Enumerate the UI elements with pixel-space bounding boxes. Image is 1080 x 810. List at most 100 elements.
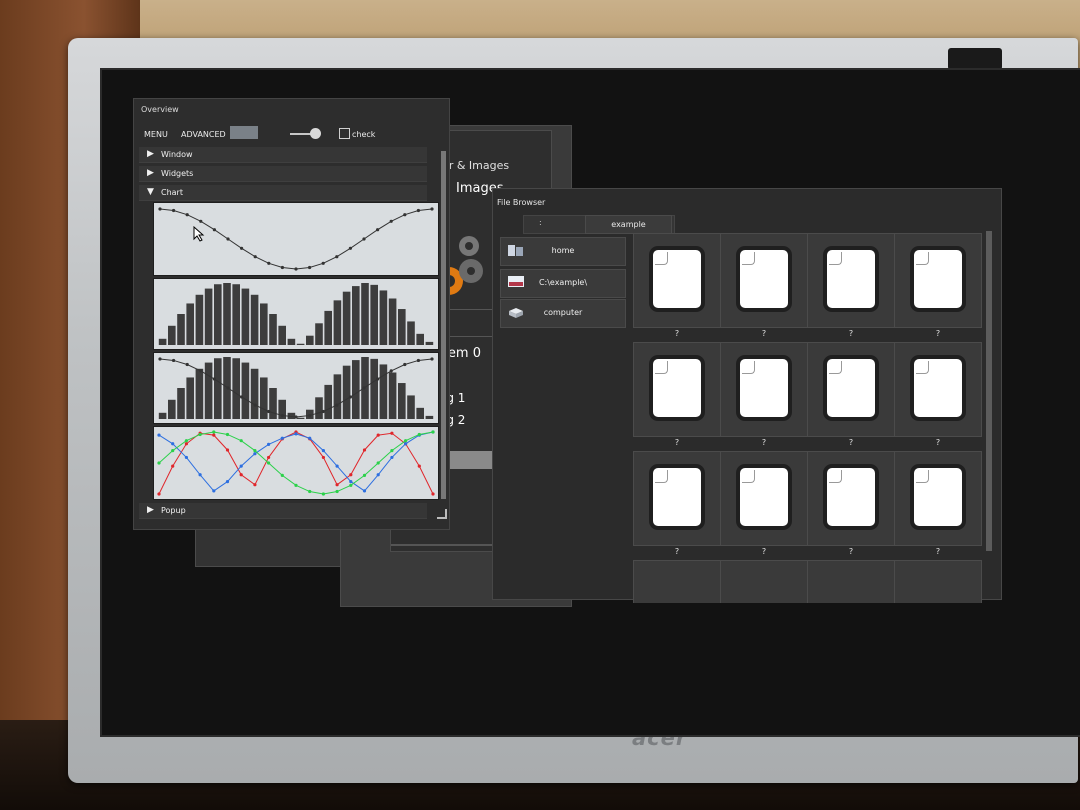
slider-handle[interactable]	[310, 128, 321, 139]
file-tile[interactable]: ?	[894, 451, 982, 556]
file-icon	[653, 359, 701, 417]
file-icon	[653, 250, 701, 308]
file-tile[interactable]: ?	[633, 342, 721, 447]
file-tile[interactable]	[894, 560, 982, 603]
mixed-chart[interactable]	[153, 352, 439, 424]
file-tile[interactable]	[633, 560, 721, 603]
chart-point	[267, 461, 271, 465]
file-tile[interactable]: ?	[720, 342, 808, 447]
mouse-cursor-icon	[193, 226, 205, 242]
chart-point	[335, 464, 339, 468]
chart-bar	[388, 372, 397, 419]
window-title: File Browser	[497, 198, 546, 207]
file-tile[interactable]: ?	[894, 233, 982, 338]
webcam-clip	[948, 48, 1002, 70]
sidebar-item-home[interactable]: home	[500, 237, 626, 266]
menubar: MENU ADVANCED check	[134, 123, 449, 145]
breadcrumb-root[interactable]: :	[539, 218, 542, 227]
file-caption: ?	[848, 329, 854, 338]
chart-point	[321, 492, 325, 496]
scrollbar[interactable]	[986, 231, 992, 551]
file-caption: ?	[761, 329, 767, 338]
chart-point	[157, 433, 161, 437]
color-swatch[interactable]	[230, 126, 258, 139]
tree-node-popup[interactable]: ▶ Popup	[139, 503, 427, 519]
chart-point	[362, 448, 367, 452]
chart-bar	[260, 377, 268, 419]
divider	[391, 544, 501, 546]
file-tile[interactable]: ?	[807, 451, 895, 556]
file-icon	[827, 250, 875, 308]
chart-bar	[324, 310, 332, 345]
chart-point	[158, 357, 162, 361]
chart-point	[226, 386, 230, 390]
file-tile[interactable]: ?	[894, 342, 982, 447]
file-icon	[653, 468, 701, 526]
sidebar-item-label: computer	[543, 308, 583, 317]
file-tile[interactable]	[807, 560, 895, 603]
chart-point	[294, 415, 298, 419]
chart-point	[404, 442, 408, 446]
chart-point	[308, 413, 312, 418]
chart-point	[212, 228, 216, 232]
chart-bar	[416, 333, 424, 345]
file-tile[interactable]: ?	[720, 233, 808, 338]
expand-arrow-icon: ▶	[147, 168, 154, 178]
multi-line-chart[interactable]	[153, 426, 439, 500]
chart-point	[253, 483, 257, 487]
chart-point	[390, 449, 394, 453]
tree-node-widgets[interactable]: ▶ Widgets	[139, 166, 427, 182]
breadcrumb-segment[interactable]: example	[585, 215, 672, 234]
chart-point	[430, 357, 434, 361]
chart-point	[171, 442, 175, 446]
file-caption: ?	[935, 329, 941, 338]
file-tile[interactable]: ?	[807, 342, 895, 447]
chart-point	[184, 442, 188, 446]
chart-point	[172, 358, 176, 363]
chart-area	[153, 202, 439, 500]
file-tile[interactable]: ?	[807, 233, 895, 338]
file-tile[interactable]: ?	[633, 233, 721, 338]
file-tile[interactable]	[720, 560, 808, 603]
sidebar-item-example[interactable]: C:\example\	[500, 269, 626, 298]
file-caption: ?	[761, 438, 767, 447]
chart-bar	[223, 283, 231, 345]
chart-bar	[425, 415, 434, 419]
chart-bar	[407, 321, 415, 345]
chart-point	[335, 483, 339, 487]
chart-bar	[416, 407, 424, 419]
sidebar-item-label: home	[551, 246, 575, 255]
file-icon	[740, 250, 788, 308]
advanced-menu-button[interactable]: ADVANCED	[181, 130, 226, 139]
chart-point	[225, 480, 230, 484]
chart-bar	[186, 377, 194, 419]
chart-bar	[177, 388, 185, 419]
chart-bar	[315, 323, 323, 345]
chart-bar	[177, 314, 185, 345]
menu-button[interactable]: MENU	[144, 130, 168, 139]
file-tile[interactable]: ?	[720, 451, 808, 556]
chart-point	[362, 237, 366, 241]
chart-point	[280, 265, 284, 270]
file-icon	[914, 468, 962, 526]
chart-point	[389, 219, 393, 223]
tree-node-label: Window	[161, 150, 193, 159]
resize-grip-icon[interactable]	[437, 509, 447, 519]
column-chart[interactable]	[153, 278, 439, 350]
chart-bar	[241, 288, 250, 345]
chart-point	[198, 432, 202, 437]
chart-point	[253, 403, 257, 407]
tree-node-chart[interactable]: ▼ Chart	[139, 185, 427, 201]
scrollbar[interactable]	[441, 151, 446, 499]
file-browser-window: File Browser : example home C:\example\ …	[492, 188, 1002, 603]
chart-point	[294, 483, 298, 487]
checkbox[interactable]	[339, 128, 350, 139]
file-tile[interactable]: ?	[633, 451, 721, 556]
sidebar-item-computer[interactable]: computer	[500, 299, 626, 328]
chart-point	[308, 489, 312, 494]
chart-point	[294, 432, 298, 436]
tree-node-label: Chart	[161, 188, 183, 197]
chart-point	[267, 261, 271, 265]
tree-node-window[interactable]: ▶ Window	[139, 147, 427, 163]
sidebar-item-label: C:\example\	[538, 278, 588, 287]
